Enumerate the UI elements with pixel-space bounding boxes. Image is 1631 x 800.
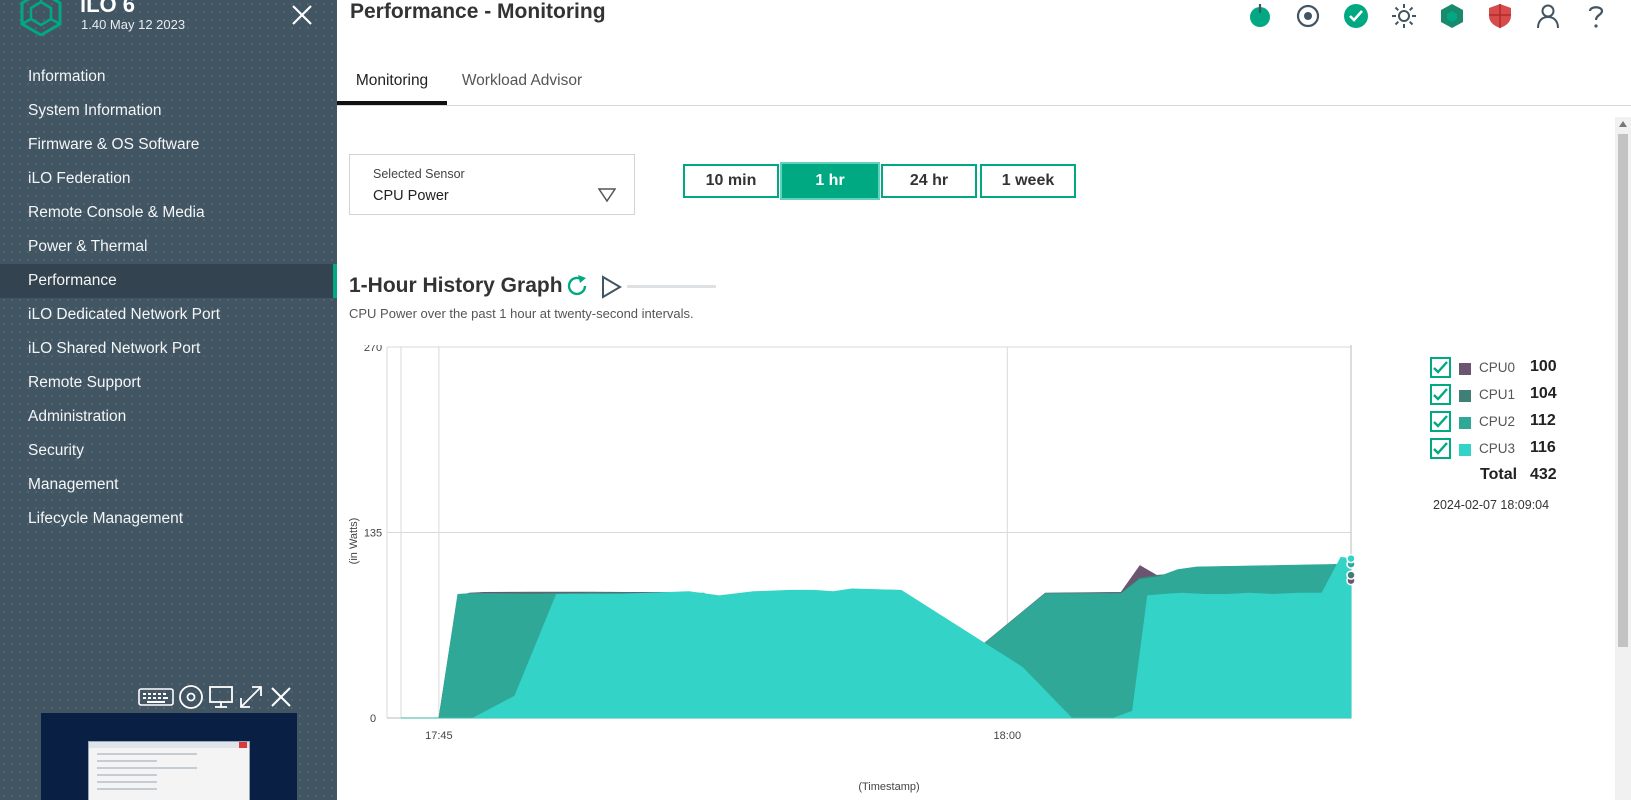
x-axis-label: (Timestamp) xyxy=(858,781,919,793)
nav-ilo-dedicated-network-port[interactable]: iLO Dedicated Network Port xyxy=(0,298,337,332)
nav-remote-support[interactable]: Remote Support xyxy=(0,366,337,400)
legend-value: 112 xyxy=(1530,412,1556,429)
cpu2-checkbox[interactable] xyxy=(1430,411,1451,432)
power-icon[interactable] xyxy=(1236,2,1284,30)
uid-icon[interactable] xyxy=(1284,2,1332,30)
user-icon[interactable] xyxy=(1524,2,1572,30)
legend-name: CPU1 xyxy=(1479,387,1516,402)
sensor-select-label: Selected Sensor xyxy=(373,167,465,181)
nav-management[interactable]: Management xyxy=(0,468,337,502)
legend-name: CPU3 xyxy=(1479,441,1516,456)
expand-icon[interactable] xyxy=(238,684,264,715)
nav-remote-console-media[interactable]: Remote Console & Media xyxy=(0,196,337,230)
nav-information[interactable]: Information xyxy=(0,60,337,94)
nav-lifecycle-management[interactable]: Lifecycle Management xyxy=(0,502,337,536)
cpu0-checkbox[interactable] xyxy=(1430,357,1451,378)
page-title: Performance - Monitoring xyxy=(350,0,606,23)
nav-security[interactable]: Security xyxy=(0,434,337,468)
legend-value: 116 xyxy=(1530,439,1556,456)
remote-console-thumbnail[interactable] xyxy=(41,713,297,800)
end-marker-cpu1 xyxy=(1346,570,1356,580)
cpu1-checkbox[interactable] xyxy=(1430,384,1451,405)
end-marker-cpu3 xyxy=(1346,553,1356,564)
checkmark-icon xyxy=(1433,361,1448,374)
scroll-up-arrow-icon[interactable] xyxy=(1619,121,1627,127)
cpu2-swatch xyxy=(1459,417,1471,429)
nav-power-thermal[interactable]: Power & Thermal xyxy=(0,230,337,264)
y-axis-label: (in Watts) xyxy=(349,518,360,565)
y-tick-label: 270 xyxy=(364,345,382,354)
sensor-select[interactable]: Selected Sensor CPU Power xyxy=(349,154,635,215)
refresh-icon[interactable] xyxy=(565,274,589,298)
y-tick-label: 135 xyxy=(364,528,382,540)
nav-ilo-shared-network-port[interactable]: iLO Shared Network Port xyxy=(0,332,337,366)
legend-value: 104 xyxy=(1530,385,1557,402)
keyboard-icon[interactable] xyxy=(138,686,174,713)
cpu0-swatch xyxy=(1459,363,1471,375)
tab-monitoring[interactable]: Monitoring xyxy=(337,65,447,105)
x-tick-label: 18:00 xyxy=(994,730,1022,742)
legend-total-label: Total xyxy=(1480,466,1518,483)
vertical-scrollbar[interactable] xyxy=(1615,117,1631,800)
range-24-hr-button[interactable]: 24 hr xyxy=(881,164,977,198)
close-icon[interactable] xyxy=(268,684,294,715)
y-tick-label: 0 xyxy=(370,713,376,725)
tab-workload-advisor[interactable]: Workload Advisor xyxy=(447,65,597,105)
tab-bar: Monitoring Workload Advisor xyxy=(337,65,1631,106)
console-toolbar xyxy=(138,684,294,715)
nav-firmware-os-software[interactable]: Firmware & OS Software xyxy=(0,128,337,162)
graph-subtitle: CPU Power over the past 1 hour at twenty… xyxy=(349,306,694,321)
legend-total-value: 432 xyxy=(1530,466,1557,483)
cpu1-swatch xyxy=(1459,390,1471,402)
playback-progress xyxy=(627,285,716,288)
time-range-group: 10 min 1 hr 24 hr 1 week xyxy=(683,162,1079,200)
range-1-hr-button[interactable]: 1 hr xyxy=(780,162,880,200)
ilo-security-icon[interactable] xyxy=(1428,2,1476,30)
legend-value: 100 xyxy=(1530,358,1557,375)
brightness-icon[interactable] xyxy=(1380,2,1428,30)
cpu3-swatch xyxy=(1459,444,1471,456)
play-icon[interactable] xyxy=(599,275,623,299)
ilo-logo-icon xyxy=(20,0,62,36)
sensor-select-value: CPU Power xyxy=(373,188,449,204)
disc-icon[interactable] xyxy=(178,684,204,715)
history-chart: 0 135 270 17:45 18:00 (in Watts) (Timestamp) xyxy=(349,345,1356,793)
app-title: iLO 6 xyxy=(80,0,136,17)
range-10-min-button[interactable]: 10 min xyxy=(683,164,779,198)
sidebar-nav: Information System Information Firmware … xyxy=(0,60,337,536)
nav-system-information[interactable]: System Information xyxy=(0,94,337,128)
console-window-preview xyxy=(88,741,250,800)
chevron-down-icon xyxy=(598,188,616,202)
legend-timestamp: 2024-02-07 18:09:04 xyxy=(1433,498,1550,512)
cpu3-checkbox[interactable] xyxy=(1430,438,1451,459)
legend-name: CPU0 xyxy=(1479,360,1516,375)
nav-ilo-federation[interactable]: iLO Federation xyxy=(0,162,337,196)
nav-performance[interactable]: Performance xyxy=(0,264,337,298)
shield-icon[interactable] xyxy=(1476,2,1524,30)
checkmark-icon xyxy=(1433,442,1448,455)
checkmark-icon xyxy=(1433,388,1448,401)
health-ok-icon[interactable] xyxy=(1332,2,1380,30)
x-tick-label: 17:45 xyxy=(425,730,453,742)
range-1-week-button[interactable]: 1 week xyxy=(980,164,1076,198)
graph-title: 1-Hour History Graph xyxy=(349,274,563,297)
sidebar: iLO 6 1.40 May 12 2023 Information Syste… xyxy=(0,0,337,800)
scrollbar-thumb[interactable] xyxy=(1618,134,1628,647)
legend-name: CPU2 xyxy=(1479,414,1516,429)
close-sidebar-icon[interactable] xyxy=(289,2,315,28)
checkmark-icon xyxy=(1433,415,1448,428)
header-toolbar xyxy=(1236,2,1620,30)
app-version: 1.40 May 12 2023 xyxy=(81,17,186,32)
help-icon[interactable] xyxy=(1572,2,1620,30)
monitor-icon[interactable] xyxy=(208,684,234,715)
nav-administration[interactable]: Administration xyxy=(0,400,337,434)
